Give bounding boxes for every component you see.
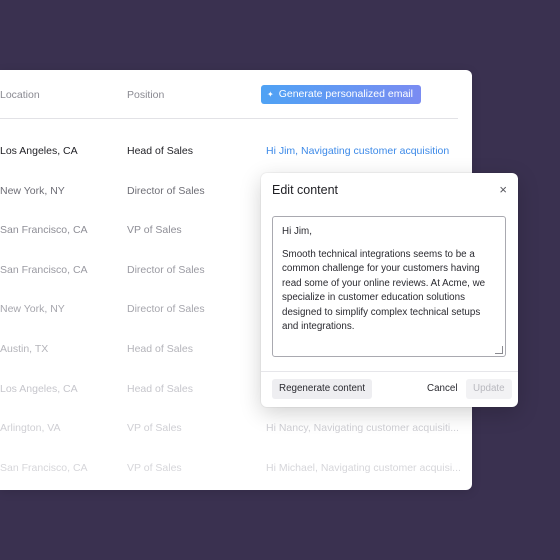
- cell-location: San Francisco, CA: [0, 224, 88, 236]
- dialog-title: Edit content: [272, 183, 339, 197]
- update-button[interactable]: Update: [466, 379, 512, 399]
- cell-location: Los Angeles, CA: [0, 383, 78, 395]
- cell-location: Los Angeles, CA: [0, 145, 78, 157]
- cell-position: Director of Sales: [127, 185, 205, 197]
- cancel-button[interactable]: Cancel: [427, 379, 458, 399]
- cell-location: New York, NY: [0, 185, 65, 197]
- cell-location: San Francisco, CA: [0, 462, 88, 474]
- close-icon[interactable]: ×: [499, 182, 507, 197]
- sparkle-icon: ✦: [267, 90, 274, 99]
- edit-content-dialog: Edit content × Hi Jim, Smooth technical …: [261, 173, 518, 407]
- cell-position: Director of Sales: [127, 303, 205, 315]
- generate-email-button[interactable]: ✦ Generate personalized email: [261, 85, 421, 104]
- resize-handle-icon[interactable]: [495, 346, 503, 354]
- cell-position: Director of Sales: [127, 264, 205, 276]
- header-divider: [0, 118, 458, 119]
- email-content-textarea[interactable]: Hi Jim, Smooth technical integrations se…: [272, 216, 506, 357]
- cell-position: Head of Sales: [127, 145, 193, 157]
- cell-position: VP of Sales: [127, 462, 182, 474]
- table-row[interactable]: Los Angeles, CA Head of Sales Hi Jim, Na…: [0, 131, 472, 171]
- cell-location: Arlington, VA: [0, 422, 61, 434]
- table-row[interactable]: Arlington, VA VP of Sales Hi Nancy, Navi…: [0, 408, 472, 448]
- cell-location: New York, NY: [0, 303, 65, 315]
- cell-position: VP of Sales: [127, 224, 182, 236]
- cell-email[interactable]: Hi Jim, Navigating customer acquisition: [266, 145, 449, 157]
- cell-email[interactable]: Hi Nancy, Navigating customer acquisiti.…: [266, 422, 459, 434]
- cell-location: San Francisco, CA: [0, 264, 88, 276]
- cell-position: Head of Sales: [127, 343, 193, 355]
- cell-location: Austin, TX: [0, 343, 49, 355]
- column-header-position: Position: [127, 89, 165, 101]
- email-greeting: Hi Jim,: [282, 226, 312, 237]
- cell-position: Head of Sales: [127, 383, 193, 395]
- table-row[interactable]: San Francisco, CA VP of Sales Hi Michael…: [0, 448, 472, 488]
- generate-email-label: Generate personalized email: [278, 88, 413, 100]
- table-header: Location Position ✦ Generate personalize…: [0, 70, 472, 118]
- regenerate-content-button[interactable]: Regenerate content: [272, 379, 373, 399]
- email-body: Smooth technical integrations seems to b…: [282, 248, 486, 333]
- cell-email[interactable]: Hi Michael, Navigating customer acquisi.…: [266, 462, 461, 474]
- cell-position: VP of Sales: [127, 422, 182, 434]
- dialog-footer-divider: [261, 371, 518, 372]
- column-header-location: Location: [0, 89, 40, 101]
